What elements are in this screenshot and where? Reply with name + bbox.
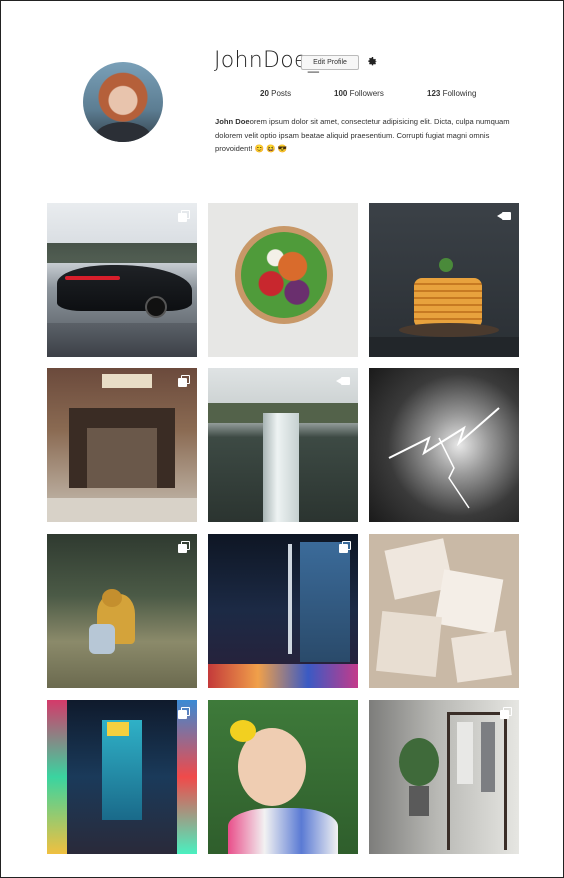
post-tile-pancakes[interactable] xyxy=(369,203,519,357)
hanging-coat xyxy=(481,722,495,792)
rack-frame xyxy=(447,712,507,850)
garnish xyxy=(439,258,453,272)
bio-text: orem ipsum dolor sit amet, consectetur a… xyxy=(215,117,510,153)
lightning-bolts xyxy=(388,407,500,509)
multi-image-icon xyxy=(178,210,190,222)
street-lights xyxy=(208,664,358,688)
hair-bow xyxy=(230,720,256,742)
followers-count: 100 xyxy=(334,89,348,98)
followers-label: Followers xyxy=(349,89,384,98)
video-icon xyxy=(336,375,351,387)
plate xyxy=(399,323,499,337)
car-wheel xyxy=(145,296,167,318)
neon-sign xyxy=(107,722,129,736)
multi-image-icon xyxy=(178,375,190,387)
shop-window xyxy=(87,428,157,488)
following-count: 123 xyxy=(427,89,441,98)
multi-image-icon xyxy=(500,707,512,719)
posts-label: Posts xyxy=(271,89,292,98)
video-icon xyxy=(497,210,512,222)
pancake-stack xyxy=(414,278,482,328)
hood xyxy=(102,589,122,607)
post-tile-child-with-paint[interactable] xyxy=(208,700,358,854)
avatar-shirt xyxy=(95,122,151,142)
bio-name: John Doe xyxy=(215,117,250,126)
plant-pot xyxy=(409,786,429,816)
profile-page: JohnDoe_ Edit Profile 20 Posts 100 Follo… xyxy=(0,0,564,878)
posts-stat[interactable]: 20 Posts xyxy=(260,89,291,98)
hanging-shirt xyxy=(457,722,473,784)
salad xyxy=(241,232,327,318)
shop-sign xyxy=(102,374,152,388)
table xyxy=(369,337,519,357)
car-taillight xyxy=(65,276,120,280)
plant xyxy=(399,738,439,786)
light-pole xyxy=(288,544,292,654)
gear-icon-graphic xyxy=(368,57,377,66)
multi-image-icon xyxy=(178,707,190,719)
avatar[interactable] xyxy=(83,62,163,142)
post-tile-photo-prints[interactable] xyxy=(369,534,519,688)
post-tile-neon-street[interactable] xyxy=(47,700,197,854)
post-tile-clothing-rack[interactable] xyxy=(369,700,519,854)
post-tile-lightning[interactable] xyxy=(369,368,519,522)
post-tile-waterfall[interactable] xyxy=(208,368,358,522)
right-signs xyxy=(177,700,197,854)
backpack xyxy=(89,624,115,654)
sidewalk xyxy=(47,498,197,522)
post-tile-food-bowl[interactable] xyxy=(208,203,358,357)
tree-line xyxy=(47,243,197,263)
followers-stat[interactable]: 100 Followers xyxy=(334,89,384,98)
print-2 xyxy=(434,569,504,634)
multi-image-icon xyxy=(339,541,351,553)
print-4 xyxy=(451,630,512,683)
following-stat[interactable]: 123 Following xyxy=(427,89,476,98)
left-signs xyxy=(47,700,67,854)
gear-icon[interactable] xyxy=(366,55,378,67)
car-body xyxy=(57,265,192,311)
edit-profile-button[interactable]: Edit Profile xyxy=(301,55,359,70)
bio: John Doeorem ipsum dolor sit amet, conse… xyxy=(215,115,525,156)
post-tile-car[interactable] xyxy=(47,203,197,357)
painted-shirt xyxy=(228,808,338,854)
road xyxy=(47,323,197,357)
falling-water xyxy=(263,413,299,522)
post-tile-storefront[interactable] xyxy=(47,368,197,522)
print-3 xyxy=(376,611,442,677)
post-tile-city-night[interactable] xyxy=(208,534,358,688)
post-tile-child-in-raincoat[interactable] xyxy=(47,534,197,688)
multi-image-icon xyxy=(178,541,190,553)
posts-count: 20 xyxy=(260,89,269,98)
billboard-tower xyxy=(300,542,350,662)
following-label: Following xyxy=(442,89,477,98)
